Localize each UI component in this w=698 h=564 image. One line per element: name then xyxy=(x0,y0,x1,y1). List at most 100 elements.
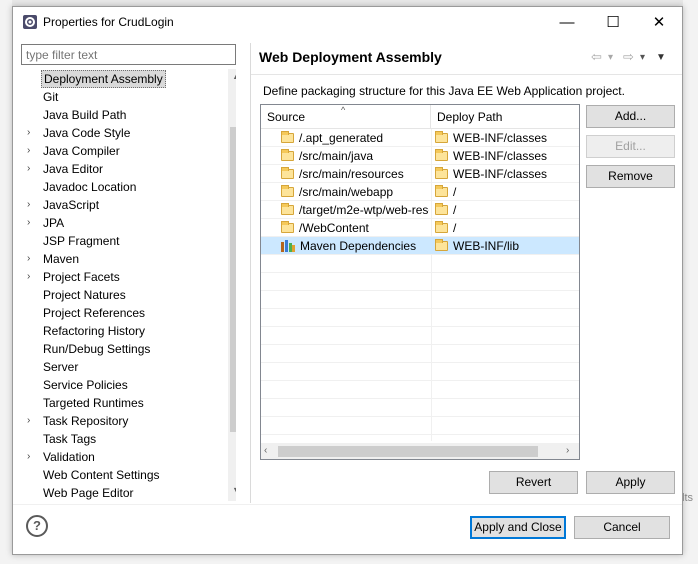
filter-input[interactable] xyxy=(21,44,236,65)
remove-button[interactable]: Remove xyxy=(586,165,675,188)
expand-chevron-icon[interactable]: › xyxy=(27,412,37,430)
folder-icon xyxy=(435,239,448,251)
folder-icon xyxy=(435,185,448,197)
folder-icon xyxy=(435,149,448,161)
edit-button[interactable]: Edit... xyxy=(586,135,675,158)
table-row[interactable]: Maven Dependencies WEB-INF/lib xyxy=(261,237,579,255)
tree-item[interactable]: Web Content Settings xyxy=(21,466,221,484)
folder-icon xyxy=(281,131,294,143)
tree-item-label: Java Editor xyxy=(43,162,104,176)
tree-item[interactable]: Project Natures xyxy=(21,286,221,304)
tree-item[interactable]: Task Tags xyxy=(21,430,221,448)
tree-item[interactable]: Git xyxy=(21,88,221,106)
expand-chevron-icon[interactable]: › xyxy=(27,196,37,214)
tree-item[interactable]: › Java Editor xyxy=(21,160,221,178)
tree-item-label: Java Compiler xyxy=(43,144,120,158)
table-row[interactable]: /src/main/webapp / xyxy=(261,183,579,201)
tree-item[interactable]: Web Page Editor xyxy=(21,484,221,501)
close-button[interactable]: ✕ xyxy=(636,7,682,37)
empty-table-row xyxy=(261,327,579,345)
tree-item[interactable]: Deployment Assembly xyxy=(21,70,221,88)
deploy-path-label: WEB-INF/classes xyxy=(453,167,548,181)
tree-item[interactable]: › JavaScript xyxy=(21,196,221,214)
tree-item[interactable]: Targeted Runtimes xyxy=(21,394,221,412)
tree-item-label: Javadoc Location xyxy=(43,180,137,194)
source-label: Maven Dependencies xyxy=(300,239,417,253)
tree-vertical-scrollbar[interactable]: ▲ ▼ xyxy=(228,69,236,501)
tree-item[interactable]: Project References xyxy=(21,304,221,322)
scroll-up-arrow-icon[interactable]: ▲ xyxy=(228,71,236,85)
apply-and-close-button[interactable]: Apply and Close xyxy=(470,516,566,539)
deploy-path-cell: WEB-INF/lib xyxy=(435,237,579,255)
tree-item-label: Web Page Editor xyxy=(43,486,134,500)
back-arrow-icon[interactable]: ⇦ xyxy=(591,49,602,65)
expand-chevron-icon[interactable]: › xyxy=(27,448,37,466)
add-button[interactable]: Add... xyxy=(586,105,675,128)
apply-button[interactable]: Apply xyxy=(586,471,675,494)
column-header-deploy-path[interactable]: Deploy Path xyxy=(431,105,579,129)
empty-table-row xyxy=(261,255,579,273)
view-menu-icon[interactable]: ▼ xyxy=(656,52,666,63)
scroll-right-arrow-icon[interactable]: › xyxy=(566,445,569,456)
table-row[interactable]: /src/main/java WEB-INF/classes xyxy=(261,147,579,165)
tree-item-label: JPA xyxy=(43,216,65,230)
expand-chevron-icon[interactable]: › xyxy=(27,124,37,142)
footer-divider xyxy=(13,504,682,505)
table-scroll-thumb[interactable] xyxy=(278,446,538,457)
folder-icon xyxy=(435,131,448,143)
empty-table-row xyxy=(261,399,579,417)
forward-arrow-icon[interactable]: ⇨ xyxy=(623,49,634,65)
column-header-source[interactable]: ^ Source xyxy=(261,105,431,129)
expand-chevron-icon[interactable]: › xyxy=(27,268,37,286)
tree-item-label: Project References xyxy=(43,306,146,320)
expand-chevron-icon[interactable]: › xyxy=(27,142,37,160)
tree-item[interactable]: Refactoring History xyxy=(21,322,221,340)
empty-table-row xyxy=(261,363,579,381)
tree-item-label: Server xyxy=(43,360,79,374)
revert-button[interactable]: Revert xyxy=(489,471,578,494)
folder-icon xyxy=(281,203,294,215)
column-header-label: Source xyxy=(267,110,306,124)
tree-item-label: JavaScript xyxy=(43,198,100,212)
properties-dialog: Properties for CrudLogin — ☐ ✕ Deploymen… xyxy=(12,6,683,555)
tree-item[interactable]: › Project Facets xyxy=(21,268,221,286)
tree-item[interactable]: Server xyxy=(21,358,221,376)
tree-item[interactable]: JSP Fragment xyxy=(21,232,221,250)
table-row[interactable]: /.apt_generated WEB-INF/classes xyxy=(261,129,579,147)
scroll-left-arrow-icon[interactable]: ‹ xyxy=(264,445,267,456)
source-cell: /.apt_generated xyxy=(281,129,429,147)
tree-item-label: Run/Debug Settings xyxy=(43,342,151,356)
tree-item[interactable]: › JPA xyxy=(21,214,221,232)
cancel-button[interactable]: Cancel xyxy=(574,516,670,539)
table-row[interactable]: /src/main/resources WEB-INF/classes xyxy=(261,165,579,183)
tree-item[interactable]: Java Build Path xyxy=(21,106,221,124)
expand-chevron-icon[interactable]: › xyxy=(27,214,37,232)
expand-chevron-icon[interactable]: › xyxy=(27,250,37,268)
tree-item[interactable]: › Maven xyxy=(21,250,221,268)
deploy-path-cell: / xyxy=(435,219,579,237)
tree-item[interactable]: Javadoc Location xyxy=(21,178,221,196)
table-horizontal-scrollbar[interactable]: ‹ › xyxy=(261,443,579,459)
expand-chevron-icon[interactable]: › xyxy=(27,160,37,178)
title-bar: Properties for CrudLogin — ☐ ✕ xyxy=(13,7,682,37)
table-row[interactable]: /WebContent / xyxy=(261,219,579,237)
maximize-button[interactable]: ☐ xyxy=(590,7,636,37)
tree-item[interactable]: Service Policies xyxy=(21,376,221,394)
tree-item[interactable]: › Validation xyxy=(21,448,221,466)
library-icon xyxy=(281,240,295,252)
scroll-down-arrow-icon[interactable]: ▼ xyxy=(228,485,236,499)
tree-item[interactable]: › Task Repository xyxy=(21,412,221,430)
tree-scroll-thumb[interactable] xyxy=(230,127,236,432)
help-icon[interactable]: ? xyxy=(26,515,48,537)
minimize-button[interactable]: — xyxy=(544,7,590,37)
header-divider xyxy=(251,74,682,75)
pane-divider[interactable] xyxy=(250,43,251,503)
tree-item[interactable]: Run/Debug Settings xyxy=(21,340,221,358)
back-menu-chevron-icon[interactable]: ▾ xyxy=(608,52,613,63)
forward-menu-chevron-icon[interactable]: ▾ xyxy=(640,52,645,63)
tree-item-label: Deployment Assembly xyxy=(41,70,166,88)
tree-item[interactable]: › Java Code Style xyxy=(21,124,221,142)
tree-item[interactable]: › Java Compiler xyxy=(21,142,221,160)
source-label: /src/main/resources xyxy=(299,167,404,181)
table-row[interactable]: /target/m2e-wtp/web-resources / xyxy=(261,201,579,219)
